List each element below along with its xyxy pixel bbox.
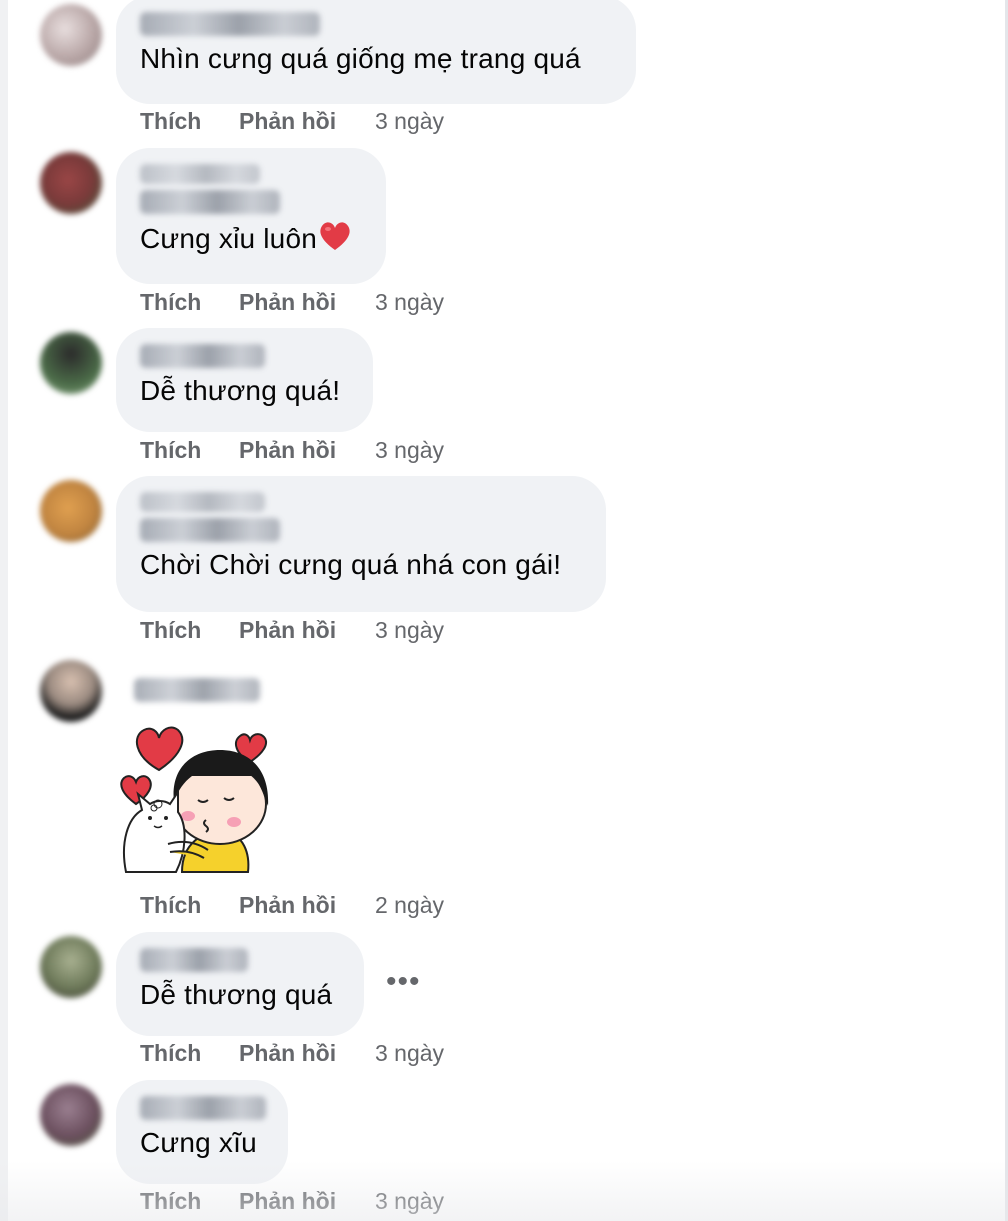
- avatar[interactable]: [40, 660, 102, 722]
- comment-bubble: Nhìn cưng quá giống mẹ trang quá: [116, 0, 636, 104]
- avatar[interactable]: [40, 936, 102, 998]
- like-button[interactable]: Thích: [140, 108, 201, 135]
- commenter-name-blurred[interactable]: [140, 518, 280, 542]
- reply-button[interactable]: Phản hồi: [239, 437, 336, 464]
- comment-bubble: Dễ thương quá!: [116, 328, 373, 432]
- commenter-name-blurred[interactable]: [140, 190, 280, 214]
- comment-time[interactable]: 3 ngày: [375, 437, 444, 464]
- avatar[interactable]: [40, 4, 102, 66]
- reply-button[interactable]: Phản hồi: [239, 892, 336, 919]
- comment-time[interactable]: 3 ngày: [375, 108, 444, 135]
- like-button[interactable]: Thích: [140, 437, 201, 464]
- comment-text: Chời Chời cưng quá nhá con gái!: [140, 549, 562, 580]
- avatar[interactable]: [40, 332, 102, 394]
- comment-text-content: Cưng xỉu luôn: [140, 223, 317, 254]
- heart-icon: [318, 220, 352, 260]
- avatar[interactable]: [40, 480, 102, 542]
- reply-button[interactable]: Phản hồi: [239, 1188, 336, 1215]
- commenter-name-blurred[interactable]: [140, 164, 260, 184]
- reply-button[interactable]: Phản hồi: [239, 289, 336, 316]
- like-button[interactable]: Thích: [140, 289, 201, 316]
- reply-button[interactable]: Phản hồi: [239, 617, 336, 644]
- comment-time[interactable]: 3 ngày: [375, 617, 444, 644]
- commenter-name-blurred[interactable]: [140, 1096, 266, 1120]
- comment-bubble: Chời Chời cưng quá nhá con gái!: [116, 476, 606, 612]
- window-left-edge: [0, 0, 8, 1221]
- commenter-name-blurred[interactable]: [140, 948, 248, 972]
- avatar[interactable]: [40, 1084, 102, 1146]
- commenter-name-blurred[interactable]: [134, 678, 260, 702]
- avatar[interactable]: [40, 152, 102, 214]
- commenter-name-blurred[interactable]: [140, 12, 320, 36]
- reply-button[interactable]: Phản hồi: [239, 1040, 336, 1067]
- comment-text: Cưng xĩu: [140, 1127, 257, 1158]
- comment-time[interactable]: 2 ngày: [375, 892, 444, 919]
- more-options-button[interactable]: •••: [386, 967, 421, 997]
- girl-hugging-cat-sticker[interactable]: [112, 722, 274, 877]
- comment-bubble: Dễ thương quá: [116, 932, 364, 1036]
- comment-time[interactable]: 3 ngày: [375, 289, 444, 316]
- comment-time[interactable]: 3 ngày: [375, 1040, 444, 1067]
- comment-text: Dễ thương quá!: [140, 375, 341, 406]
- like-button[interactable]: Thích: [140, 1040, 201, 1067]
- like-button[interactable]: Thích: [140, 892, 201, 919]
- comment-text: Dễ thương quá: [140, 979, 333, 1010]
- comment-text: Cưng xỉu luôn: [140, 220, 362, 260]
- reply-button[interactable]: Phản hồi: [239, 108, 336, 135]
- comment-time[interactable]: 3 ngày: [375, 1188, 444, 1215]
- like-button[interactable]: Thích: [140, 617, 201, 644]
- comment-bubble: Cưng xỉu luôn: [116, 148, 386, 284]
- comment-bubble: Cưng xĩu: [116, 1080, 288, 1184]
- comment-text: Nhìn cưng quá giống mẹ trang quá: [140, 43, 581, 74]
- like-button[interactable]: Thích: [140, 1188, 201, 1215]
- commenter-name-blurred[interactable]: [140, 344, 265, 368]
- commenter-name-blurred[interactable]: [140, 492, 265, 512]
